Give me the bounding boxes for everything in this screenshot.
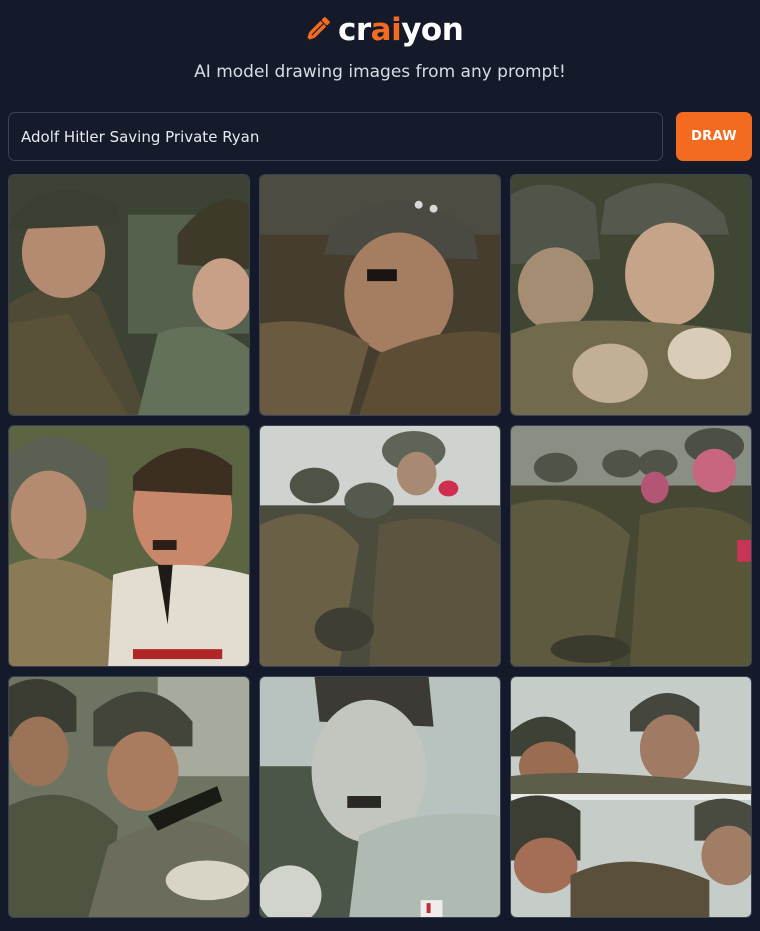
brand-name-prefix: cr (338, 12, 371, 48)
bottom-strip (0, 921, 760, 931)
generated-image-3[interactable] (510, 174, 752, 416)
generated-image-2-graphic (260, 175, 500, 415)
logo[interactable]: craiyon (300, 10, 464, 50)
brand-name-accent: ai (370, 12, 402, 48)
generated-image-6-graphic (511, 426, 751, 666)
generated-image-5[interactable] (259, 425, 501, 667)
tagline: AI model drawing images from any prompt! (194, 62, 566, 82)
generated-image-1-graphic (9, 175, 249, 415)
generated-image-7[interactable] (8, 676, 250, 918)
generated-image-1[interactable] (8, 174, 250, 416)
draw-button[interactable]: DRAW (676, 112, 752, 161)
image-grid (8, 174, 752, 918)
generated-image-2[interactable] (259, 174, 501, 416)
generated-image-9[interactable] (510, 676, 752, 918)
prompt-input[interactable] (8, 112, 663, 161)
brand-name-suffix: yon (401, 12, 464, 48)
generated-image-9-graphic (511, 677, 751, 917)
craiyon-page: craiyon AI model drawing images from any… (0, 0, 760, 931)
generated-image-8[interactable] (259, 676, 501, 918)
generated-image-5-graphic (260, 426, 500, 666)
generated-image-4[interactable] (8, 425, 250, 667)
brand-name: craiyon (338, 12, 464, 48)
header: craiyon AI model drawing images from any… (0, 0, 760, 100)
pencil-icon (306, 17, 330, 41)
generated-image-8-graphic (260, 677, 500, 917)
generated-image-3-graphic (511, 175, 751, 415)
generated-image-4-graphic (9, 426, 249, 666)
generated-image-7-graphic (9, 677, 249, 917)
generated-image-6[interactable] (510, 425, 752, 667)
